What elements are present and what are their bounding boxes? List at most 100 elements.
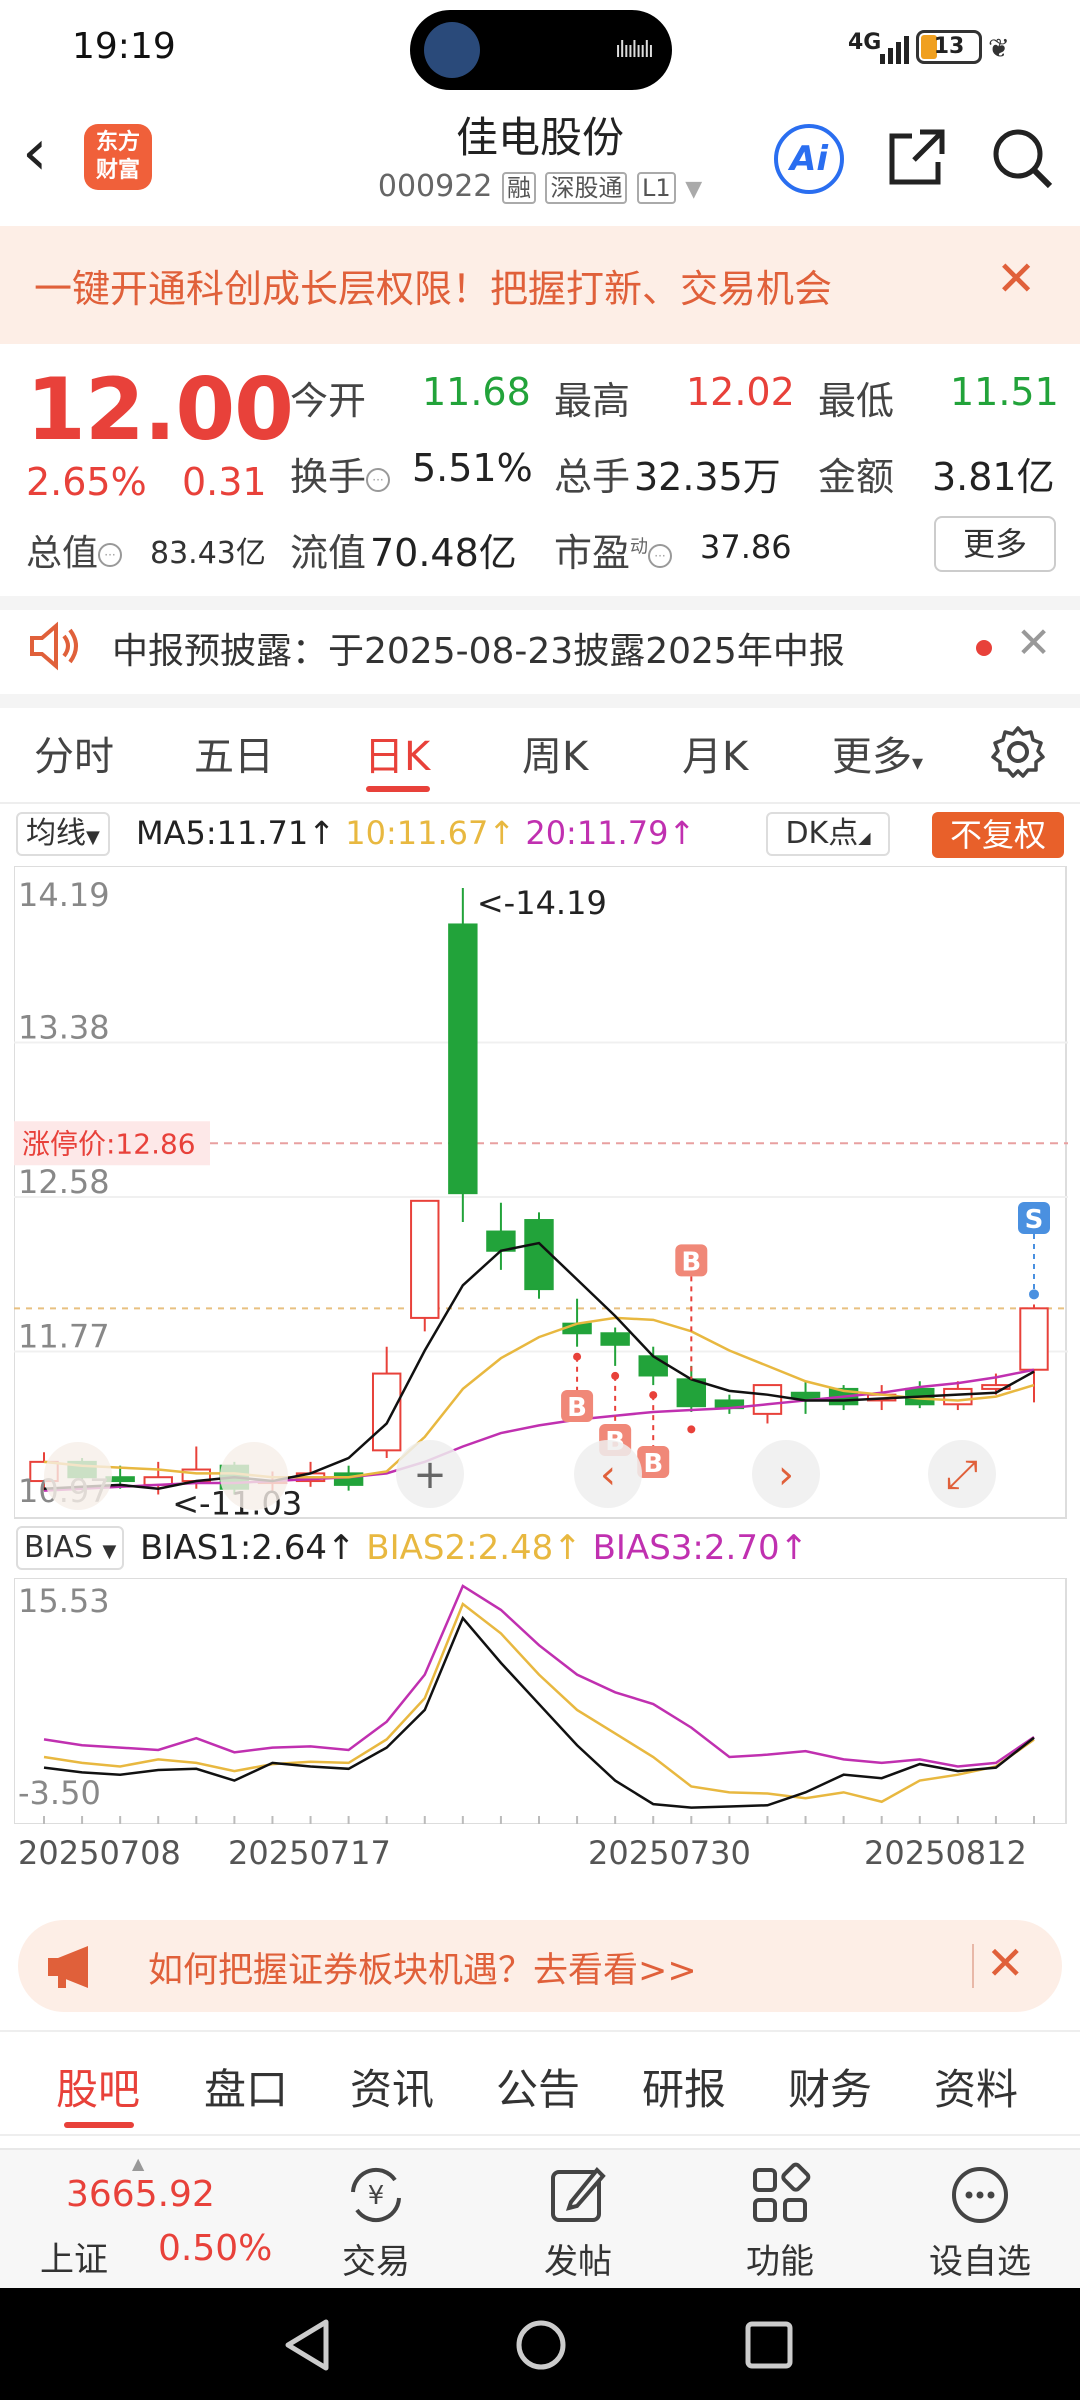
tab-announcements[interactable]: 公告 <box>496 2056 580 2117</box>
y-axis-label: 13.38 <box>18 1009 110 1047</box>
tab-daily-k[interactable]: 日K <box>364 724 430 782</box>
ai-button[interactable]: Ai <box>774 124 844 194</box>
buy-marker-dot <box>649 1391 658 1400</box>
index-value[interactable]: 3665.92 <box>66 2174 215 2215</box>
indicator-select[interactable]: BIAS ▼ <box>16 1526 125 1570</box>
status-time: 19:19 <box>72 26 176 67</box>
low-value: 11.51 <box>950 370 1059 414</box>
buy-badge-label: B <box>643 1449 663 1479</box>
notice-text[interactable]: 中报预披露：于2025-08-23披露2025年中报 <box>112 622 845 674</box>
max-price-label: <-14.19 <box>477 884 607 922</box>
candle <box>752 1384 783 1415</box>
dk-point-button[interactable]: DK点◢ <box>766 812 890 856</box>
candle <box>600 1332 630 1346</box>
turnover-label[interactable]: 换手 ··· <box>290 446 391 501</box>
nav-recents-icon[interactable] <box>744 2320 794 2370</box>
index-percent[interactable]: 0.50% <box>158 2228 272 2269</box>
corner-caret-icon: ◢ <box>858 828 871 847</box>
stock-subtitle[interactable]: 000922 融 深股通 L1 ▼ <box>300 168 780 204</box>
expand-button[interactable]: ⤢ <box>928 1440 996 1508</box>
y-axis-label: 14.19 <box>18 876 110 914</box>
y-axis-label: 11.77 <box>18 1318 110 1356</box>
pe-label[interactable]: 市盈动 ··· <box>554 522 673 577</box>
pe-label-text: 市盈 <box>554 531 631 575</box>
level-tag: L1 <box>637 172 676 204</box>
ma-select[interactable]: 均线▼ <box>16 812 110 856</box>
tab-orderbook[interactable]: 盘口 <box>204 2056 288 2117</box>
change-amount: 0.31 <box>182 460 267 504</box>
nav-back-icon[interactable] <box>282 2318 334 2372</box>
ma-select-label: 均线 <box>26 816 86 851</box>
amount-value: 3.81亿 <box>932 455 1055 499</box>
turnover-label-text: 换手 <box>290 455 367 499</box>
banner-close-icon[interactable]: ✕ <box>996 254 1036 304</box>
battery-level: 13 <box>933 34 965 59</box>
function-button[interactable]: 功能 <box>710 2162 850 2283</box>
market-cap-label[interactable]: 总值 ··· <box>26 524 123 576</box>
share-icon[interactable] <box>886 126 948 188</box>
more-quote-button[interactable]: 更多 <box>934 516 1056 572</box>
high-value: 12.02 <box>686 370 795 414</box>
gear-icon[interactable] <box>990 724 1046 780</box>
chevron-right-icon: › <box>778 1452 794 1498</box>
post-button[interactable]: 发帖 <box>508 2162 648 2283</box>
date-label: 20250730 <box>588 1834 751 1872</box>
volume-value: 32.35万 <box>634 455 781 499</box>
add-watchlist-button[interactable]: 设自选 <box>910 2162 1050 2283</box>
promo-text[interactable]: 如何把握证券板块机遇？去看看>> <box>148 1942 697 1993</box>
system-nav-bar <box>0 2288 1080 2400</box>
market-cap-value: 83.43亿 <box>150 536 266 571</box>
tab-profile[interactable]: 资料 <box>934 2056 1018 2117</box>
divider <box>0 2030 1080 2032</box>
tab-monthly-k[interactable]: 月K <box>682 724 748 782</box>
candle <box>524 1219 554 1291</box>
adjust-button[interactable]: 不复权 <box>932 812 1064 858</box>
date-label: 20250708 <box>18 1834 181 1872</box>
chevron-left-button[interactable]: ‹ <box>574 1440 642 1508</box>
notice-close-icon[interactable]: ✕ <box>1016 618 1051 667</box>
caret-down-icon: ▼ <box>102 1541 117 1562</box>
date-label: 20250812 <box>864 1834 1027 1872</box>
more-circle-icon <box>952 2167 1008 2223</box>
tab-research[interactable]: 研报 <box>642 2056 726 2117</box>
nav-home-icon[interactable] <box>514 2318 568 2372</box>
add-watchlist-label: 设自选 <box>929 2242 1031 2282</box>
tab-forum[interactable]: 股吧 <box>56 2056 140 2117</box>
logo-line2: 财富 <box>95 158 140 183</box>
float-cap-value: 70.48亿 <box>370 531 517 575</box>
trade-button[interactable]: ¥ 交易 <box>306 2162 446 2283</box>
tab-news[interactable]: 资讯 <box>350 2056 434 2117</box>
logo-line1: 东方 <box>95 130 140 155</box>
info-icon: ··· <box>98 543 123 567</box>
tab-more[interactable]: 更多▾ <box>832 724 923 782</box>
ma5-value: MA5:11.71↑ <box>136 814 336 852</box>
bias-chart[interactable]: 15.53 -3.50 <box>14 1578 1068 1824</box>
indicator-select-label: BIAS <box>24 1530 93 1565</box>
tab-intraday[interactable]: 分时 <box>34 724 114 782</box>
banner-text[interactable]: 一键开通科创成长层权限！把握打新、交易机会 <box>34 258 832 313</box>
index-name[interactable]: 上证 <box>40 2232 108 2281</box>
promo-close-icon[interactable]: ✕ <box>986 1936 1025 1990</box>
camera-icon <box>424 22 480 78</box>
kline-chart[interactable]: 涨停价:12.8614.1913.3812.5811.7710.97<-14.1… <box>14 866 1068 1520</box>
search-icon[interactable] <box>990 126 1054 190</box>
float-cap-label: 流值 <box>290 531 367 575</box>
chevron-right-button[interactable]: › <box>752 1440 820 1508</box>
bias1-value: BIAS1:2.64↑ <box>140 1528 356 1568</box>
tab-financials[interactable]: 财务 <box>788 2056 872 2117</box>
sell-badge-label: S <box>1025 1205 1044 1235</box>
y-axis-label: 12.58 <box>18 1163 110 1201</box>
dynamic-island: ılıılıılı <box>410 10 672 90</box>
zoom-in-button[interactable]: + <box>396 1440 464 1508</box>
dk-label: DK点 <box>785 816 859 851</box>
ma10-value: 10:11.67↑ <box>345 814 516 852</box>
tab-five-day[interactable]: 五日 <box>194 724 274 782</box>
high-label: 最高 <box>554 379 631 423</box>
speaker-icon <box>30 621 78 671</box>
svg-text:¥: ¥ <box>368 2181 385 2211</box>
tab-weekly-k[interactable]: 周K <box>522 724 588 782</box>
zoom-in-icon: + <box>413 1452 447 1498</box>
unread-dot <box>976 640 992 656</box>
back-icon[interactable]: ‹ <box>22 118 48 188</box>
info-icon: ··· <box>366 467 391 492</box>
